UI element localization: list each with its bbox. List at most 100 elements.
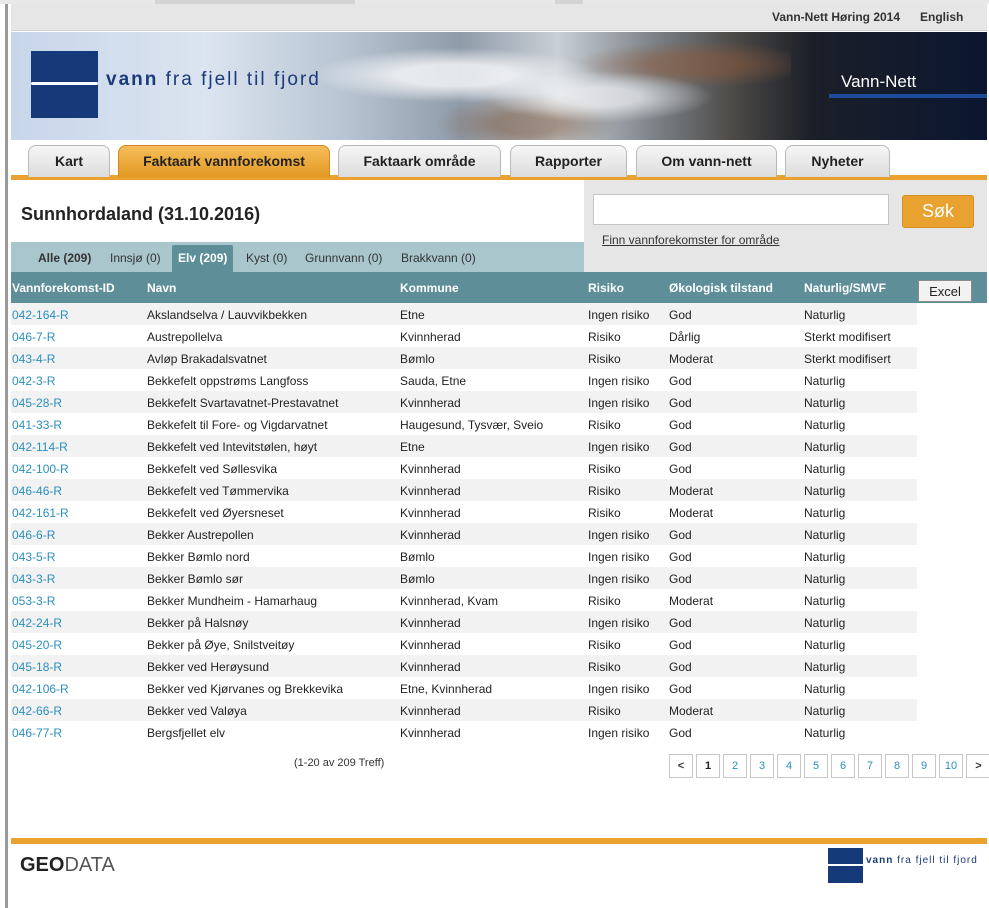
cell-id[interactable]: 046-6-R [12, 528, 55, 542]
tab-faktaark-omraade[interactable]: Faktaark område [338, 145, 501, 177]
cell-id[interactable]: 043-4-R [12, 352, 55, 366]
column-header-id[interactable]: Vannforekomst-ID [12, 281, 115, 295]
page-button-2[interactable]: 2 [723, 754, 747, 778]
table-row: 042-164-R Akslandselva / Lauvvikbekken Etn… [11, 303, 917, 325]
cell-kommune: Sauda, Etne [400, 374, 467, 388]
cell-id[interactable]: 043-3-R [12, 572, 55, 586]
table-row: 043-5-R Bekker Bømlo nord Bømlo Ingen risik… [11, 545, 917, 567]
search-button[interactable]: Søk [902, 195, 974, 228]
cell-navn: Bekkefelt ved Intevitstølen, høyt [147, 440, 318, 454]
cell-kommune: Kvinnherad [400, 330, 461, 344]
cell-kommune: Kvinnherad [400, 506, 461, 520]
geodata-logo[interactable]: GEODATA [20, 854, 115, 877]
cell-id[interactable]: 045-20-R [12, 638, 62, 652]
page-button-1[interactable]: 1 [696, 754, 720, 778]
cell-id[interactable]: 046-7-R [12, 330, 55, 344]
cell-okologisk-tilstand: God [669, 418, 692, 432]
cell-kommune: Kvinnherad [400, 484, 461, 498]
banner-tagline: vann fra fjell til fjord [106, 69, 321, 90]
cell-id[interactable]: 042-3-R [12, 374, 55, 388]
cell-id[interactable]: 042-164-R [12, 308, 69, 322]
filter-tab-brakkvann[interactable]: Brakkvann (0) [395, 245, 482, 272]
table-row: 042-66-R Bekker ved Valøya Kvinnherad Risik… [11, 699, 917, 721]
page-button-8[interactable]: 8 [885, 754, 909, 778]
cell-id[interactable]: 053-3-R [12, 594, 55, 608]
filter-tab-alle[interactable]: Alle (209) [32, 245, 97, 272]
cell-navn: Bekker på Øye, Snilstveitøy [147, 638, 295, 652]
cell-navn: Bekkefelt Svartavatnet-Prestavatnet [147, 396, 339, 410]
column-header-kommune[interactable]: Kommune [400, 281, 459, 295]
page-button-6[interactable]: 6 [831, 754, 855, 778]
filter-tab-elv[interactable]: Elv (209) [172, 245, 234, 272]
cell-id[interactable]: 042-161-R [12, 506, 69, 520]
next-page-button[interactable]: > [966, 754, 989, 778]
vann-footer-logo-icon[interactable] [828, 848, 863, 883]
table-row: 046-77-R Bergsfjellet elv Kvinnherad Ingen … [11, 721, 917, 743]
cell-kommune: Bømlo [400, 352, 435, 366]
table-row: 042-114-R Bekkefelt ved Intevitstølen, hø… [11, 435, 917, 457]
cell-id[interactable]: 045-18-R [12, 660, 62, 674]
cell-navn: Bekker ved Kjørvanes og Brekkevika [147, 682, 344, 696]
search-input[interactable] [593, 194, 889, 225]
cell-risiko: Ingen risiko [588, 572, 650, 586]
tab-kart[interactable]: Kart [28, 145, 110, 177]
banner-stripe [829, 94, 987, 98]
filter-tab-innsjo[interactable]: Innsjø (0) [104, 245, 167, 272]
page-frame: Vann-Nett Høring 2014 English vann fra f… [5, 4, 989, 908]
cell-risiko: Ingen risiko [588, 726, 650, 740]
table-row: 042-3-R Bekkefelt oppstrøms Langfoss Sauda… [11, 369, 917, 391]
table-row: 041-33-R Bekkefelt til Fore- og Vigdarvat… [11, 413, 917, 435]
page-button-3[interactable]: 3 [750, 754, 774, 778]
tab-rapporter[interactable]: Rapporter [510, 145, 627, 177]
page-button-7[interactable]: 7 [858, 754, 882, 778]
search-panel: Søk Finn vannforekomster for område [584, 180, 987, 272]
page-button-4[interactable]: 4 [777, 754, 801, 778]
prev-page-button[interactable]: < [669, 754, 693, 778]
cell-id[interactable]: 042-114-R [12, 440, 68, 454]
cell-id[interactable]: 046-46-R [12, 484, 62, 498]
table-header: Vannforekomst-ID Navn Kommune Risiko Øko… [11, 272, 987, 303]
table-row: 046-6-R Bekker Austrepollen Kvinnherad Inge… [11, 523, 917, 545]
cell-naturlig-smvf: Naturlig [804, 462, 846, 476]
title-area: Sunnhordaland (31.10.2016) [11, 180, 584, 244]
cell-id[interactable]: 046-77-R [12, 726, 62, 740]
cell-id[interactable]: 045-28-R [12, 396, 62, 410]
english-link[interactable]: English [920, 10, 963, 24]
cell-okologisk-tilstand: Moderat [669, 352, 714, 366]
page-button-10[interactable]: 10 [939, 754, 963, 778]
vann-logo-icon[interactable] [31, 51, 98, 118]
page-button-9[interactable]: 9 [912, 754, 936, 778]
column-header-risiko[interactable]: Risiko [588, 281, 624, 295]
cell-id[interactable]: 042-106-R [12, 682, 69, 696]
column-header-okologisk-tilstand[interactable]: Økologisk tilstand [669, 281, 773, 295]
tab-nyheter[interactable]: Nyheter [785, 145, 890, 177]
tab-om-vann-nett[interactable]: Om vann-nett [636, 145, 777, 177]
find-area-link[interactable]: Finn vannforekomster for område [602, 233, 779, 247]
top-bar: Vann-Nett Høring 2014 English [11, 4, 987, 31]
cell-id[interactable]: 042-100-R [12, 462, 69, 476]
cell-navn: Bekker Bømlo nord [147, 550, 250, 564]
cell-risiko: Ingen risiko [588, 308, 650, 322]
filter-tab-grunnvann[interactable]: Grunnvann (0) [299, 245, 388, 272]
table-row: 046-7-R Austrepollelva Kvinnherad Risiko Dår… [11, 325, 917, 347]
table-row: 045-18-R Bekker ved Herøysund Kvinnherad Ri… [11, 655, 917, 677]
cell-id[interactable]: 042-24-R [12, 616, 62, 630]
cell-id[interactable]: 043-5-R [12, 550, 55, 564]
cell-okologisk-tilstand: God [669, 550, 692, 564]
cell-id[interactable]: 041-33-R [12, 418, 62, 432]
cell-risiko: Ingen risiko [588, 682, 650, 696]
cell-id[interactable]: 042-66-R [12, 704, 62, 718]
filter-tab-kyst[interactable]: Kyst (0) [240, 245, 293, 272]
cell-risiko: Risiko [588, 506, 621, 520]
cell-kommune: Etne, Kvinnherad [400, 682, 493, 696]
cell-naturlig-smvf: Naturlig [804, 616, 846, 630]
excel-export-button[interactable]: Excel [918, 280, 972, 302]
cell-navn: Bekker Austrepollen [147, 528, 254, 542]
column-header-naturlig-smvf[interactable]: Naturlig/SMVF [804, 281, 886, 295]
table-row: 042-24-R Bekker på Halsnøy Kvinnherad Ingen… [11, 611, 917, 633]
column-header-navn[interactable]: Navn [147, 281, 176, 295]
cell-okologisk-tilstand: God [669, 660, 692, 674]
hoering-link[interactable]: Vann-Nett Høring 2014 [772, 10, 900, 24]
page-button-5[interactable]: 5 [804, 754, 828, 778]
tab-faktaark-vannforekomst[interactable]: Faktaark vannforekomst [118, 145, 330, 177]
